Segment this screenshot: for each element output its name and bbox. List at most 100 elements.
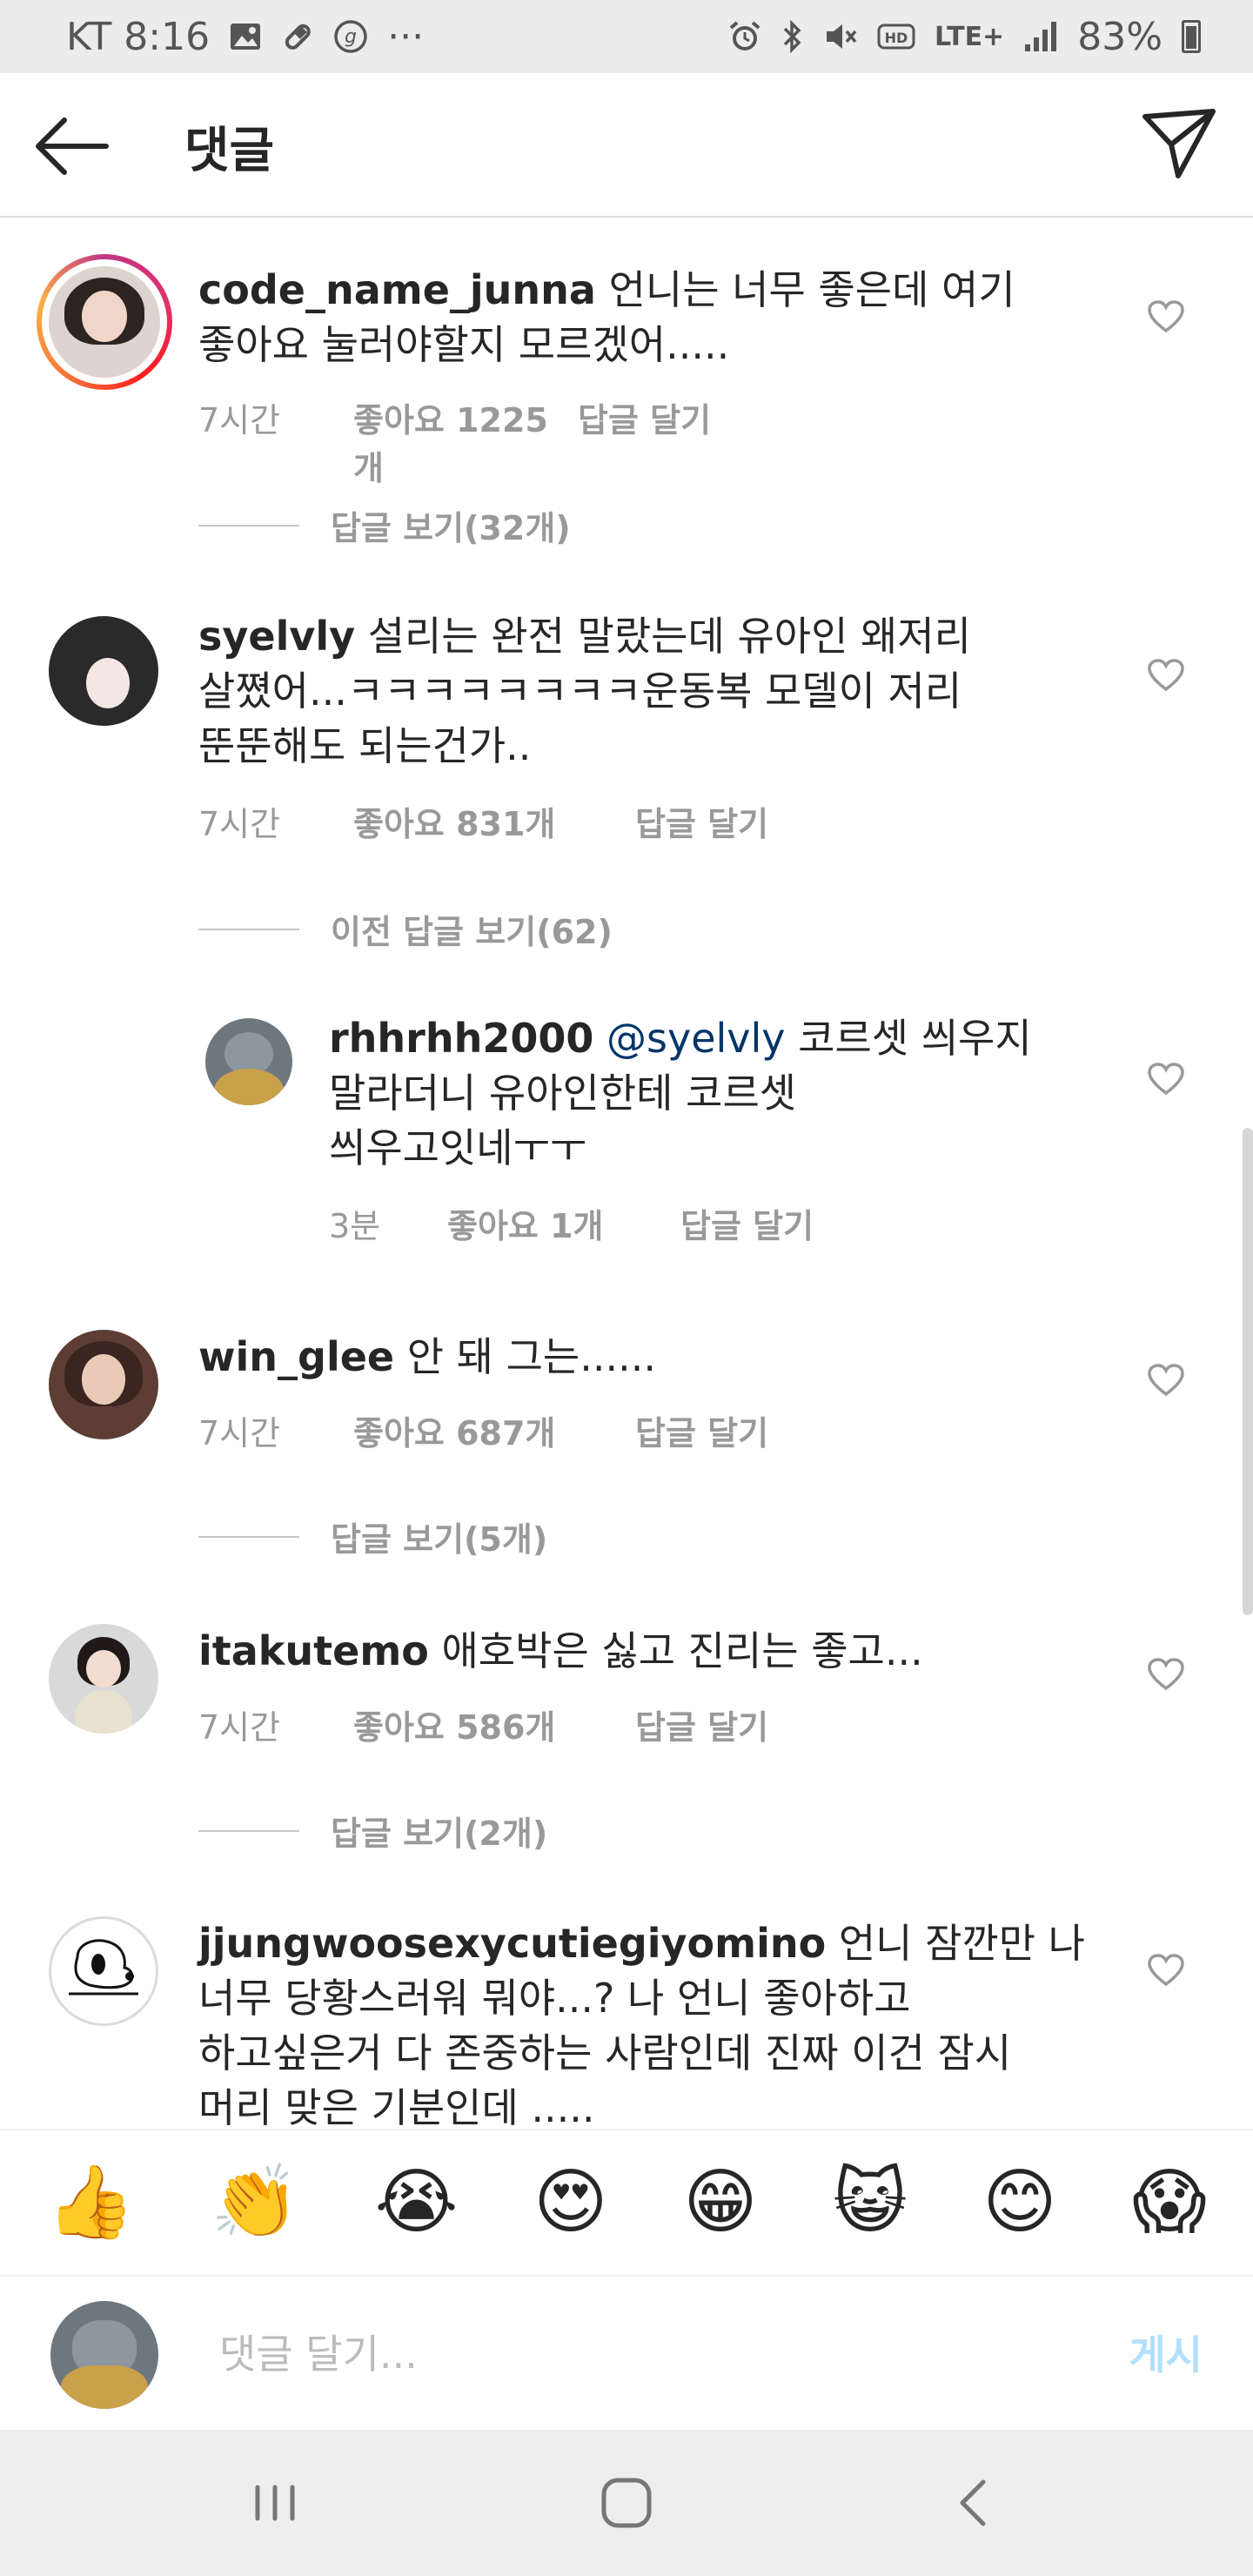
mention-link[interactable]: @syelvly — [606, 1015, 786, 1062]
comment-username[interactable]: code_name_junna — [198, 266, 596, 313]
comment-meta: 7시간 좋아요 1225개 답글 달기 — [198, 393, 711, 489]
reply-button[interactable]: 답글 달기 — [635, 1701, 768, 1748]
view-replies-button[interactable]: 답글 보기(5개) — [198, 1513, 547, 1560]
view-replies-button[interactable]: 답글 보기(2개) — [198, 1807, 547, 1855]
comment-body-line1: 언니 잠깐만 나 — [826, 1920, 1085, 1967]
svg-text:HD: HD — [885, 30, 908, 46]
bluetooth-icon — [781, 19, 804, 54]
reply-likes[interactable]: 좋아요 1개 — [447, 1199, 680, 1247]
comment-meta: 7시간 좋아요 687개 답글 달기 — [198, 1406, 768, 1454]
status-left: KT 8:16 g ··· — [66, 15, 424, 59]
story-ring[interactable] — [37, 254, 172, 390]
avatar[interactable] — [49, 1330, 158, 1439]
scrollbar[interactable] — [1243, 1128, 1253, 1615]
comment-username[interactable]: win_glee — [198, 1333, 394, 1380]
comment-username[interactable]: itakutemo — [198, 1627, 429, 1674]
avatar[interactable] — [49, 1916, 158, 2026]
battery-percent: 83% — [1077, 14, 1163, 59]
heart-icon[interactable] — [1147, 1062, 1185, 1097]
avatar[interactable] — [49, 1624, 158, 1734]
back-nav-icon[interactable] — [940, 2468, 1009, 2538]
comment-body-line1: 안 돼 그는...... — [394, 1333, 656, 1380]
view-replies-button[interactable]: 답글 보기(32개) — [198, 501, 571, 549]
view-previous-replies-button[interactable]: 이전 답글 보기(62) — [198, 905, 613, 953]
battery-icon — [1182, 20, 1201, 53]
back-arrow-icon[interactable] — [33, 113, 111, 179]
thumbs-up-emoji-button[interactable]: 👍 — [46, 2167, 135, 2238]
view-replies-label: 이전 답글 보기(62) — [331, 913, 613, 951]
comment-text: jjungwoosexycutiegiyomino 언니 잠깐만 나 너무 당황… — [198, 1916, 1121, 2129]
heart-icon[interactable] — [1147, 1657, 1185, 1692]
reply-text: rhhrhh2000 @syelvly 코르셋 씌우지 말라더니 유아인한테 코… — [329, 1011, 1095, 1176]
alarm-icon — [727, 19, 762, 54]
comment-body-line4: 머리 맞은 기분인데 ..... — [198, 2084, 595, 2129]
reply-button[interactable]: 답글 달기 — [578, 393, 711, 489]
comment-username[interactable]: syelvly — [198, 613, 355, 660]
avatar[interactable] — [49, 266, 160, 378]
reply-meta: 3분 좋아요 1개 답글 달기 — [329, 1199, 814, 1247]
heart-icon[interactable] — [1147, 299, 1185, 334]
comment-time: 7시간 — [198, 1708, 281, 1747]
reply-button[interactable]: 답글 달기 — [680, 1199, 814, 1247]
comment-username[interactable]: jjungwoosexycutiegiyomino — [198, 1920, 826, 1967]
comment-body-line2: 너무 당황스러워 뭐야...? 나 언니 좋아하고 — [198, 1975, 911, 2022]
view-replies-label: 답글 보기(2개) — [331, 1815, 548, 1853]
network-type: LTE+ — [934, 21, 1005, 52]
reply-button[interactable]: 답글 달기 — [635, 1406, 768, 1454]
pill-icon — [281, 20, 314, 53]
comment-likes[interactable]: 좋아요 586개 — [353, 1701, 635, 1748]
comment-input[interactable] — [219, 2324, 1002, 2385]
status-bar: KT 8:16 g ··· HD LTE+ 83% — [0, 0, 1253, 73]
direct-send-icon[interactable] — [1140, 104, 1218, 183]
status-right: HD LTE+ 83% — [727, 15, 1201, 59]
comment-list[interactable]: code_name_junna 언니는 너무 좋은데 여기 좋아요 눌러야할지 … — [0, 218, 1253, 2129]
crying-emoji-button[interactable]: 😭 — [375, 2167, 459, 2238]
heart-eyes-emoji-button[interactable]: 😍 — [533, 2167, 607, 2238]
reply-username[interactable]: rhhrhh2000 — [329, 1015, 593, 1062]
comment-meta: 7시간 좋아요 586개 답글 달기 — [198, 1701, 768, 1748]
smiling-emoji-button[interactable]: 😊 — [982, 2167, 1056, 2238]
view-replies-label: 답글 보기(5개) — [331, 1520, 548, 1559]
page-title: 댓글 — [184, 123, 275, 179]
post-button[interactable]: 게시 — [1129, 2324, 1203, 2381]
clapping-emoji-button[interactable]: 👏 — [211, 2167, 299, 2238]
carrier-time: KT 8:16 — [66, 14, 211, 59]
g-circle-icon: g — [333, 19, 368, 54]
comment-body-line2: 좋아요 눌러야할지 모르겠어..... — [198, 321, 730, 368]
reply-button[interactable]: 답글 달기 — [635, 797, 768, 845]
comment-time: 7시간 — [198, 805, 281, 843]
grinning-emoji-button[interactable]: 😁 — [683, 2167, 757, 2238]
comment-body-line1: 애호박은 싫고 진리는 좋고... — [428, 1627, 923, 1674]
signal-icon — [1023, 20, 1058, 53]
screaming-emoji-button[interactable]: 😱 — [1132, 2167, 1206, 2238]
comment-body-line1: 설리는 완전 말랐는데 유아인 왜저리 — [355, 613, 971, 660]
heart-icon[interactable] — [1147, 1363, 1185, 1398]
comment-text: win_glee 안 돼 그는...... — [198, 1330, 1069, 1385]
comment-text: itakutemo 애호박은 싫고 진리는 좋고... — [198, 1624, 1069, 1679]
avatar[interactable] — [205, 1018, 292, 1105]
snoopy-icon — [69, 1939, 138, 1996]
heart-icon[interactable] — [1147, 658, 1185, 693]
comment-body-line3: 하고싶은거 다 존중하는 사람인데 진짜 이건 잠시 — [198, 2029, 1012, 2076]
comment-likes[interactable]: 좋아요 687개 — [353, 1406, 635, 1454]
reply-body-line1: 코르셋 씌우지 — [785, 1015, 1032, 1062]
reply-time: 3분 — [329, 1207, 381, 1245]
home-icon[interactable] — [592, 2468, 661, 2538]
comment-likes[interactable]: 좋아요 1225개 — [353, 393, 578, 489]
image-icon — [229, 22, 262, 51]
avatar[interactable] — [49, 616, 158, 726]
cat-emoji-button[interactable]: 😺 — [833, 2167, 907, 2238]
svg-text:g: g — [345, 26, 357, 48]
comment-time: 7시간 — [198, 1414, 281, 1452]
comment-body-line1: 언니는 너무 좋은데 여기 — [595, 266, 1015, 313]
comment-input-bar: 게시 — [0, 2275, 1253, 2430]
my-avatar — [50, 2301, 158, 2409]
comment-text: code_name_junna 언니는 너무 좋은데 여기 좋아요 눌러야할지 … — [198, 263, 1069, 372]
more-notifications-icon: ··· — [387, 14, 425, 59]
mute-icon — [823, 19, 858, 54]
comment-meta: 7시간 좋아요 831개 답글 달기 — [198, 797, 768, 845]
heart-icon[interactable] — [1147, 1953, 1185, 1988]
recent-apps-icon[interactable] — [240, 2468, 310, 2538]
comment-likes[interactable]: 좋아요 831개 — [353, 797, 635, 845]
system-nav-bar — [0, 2430, 1253, 2576]
